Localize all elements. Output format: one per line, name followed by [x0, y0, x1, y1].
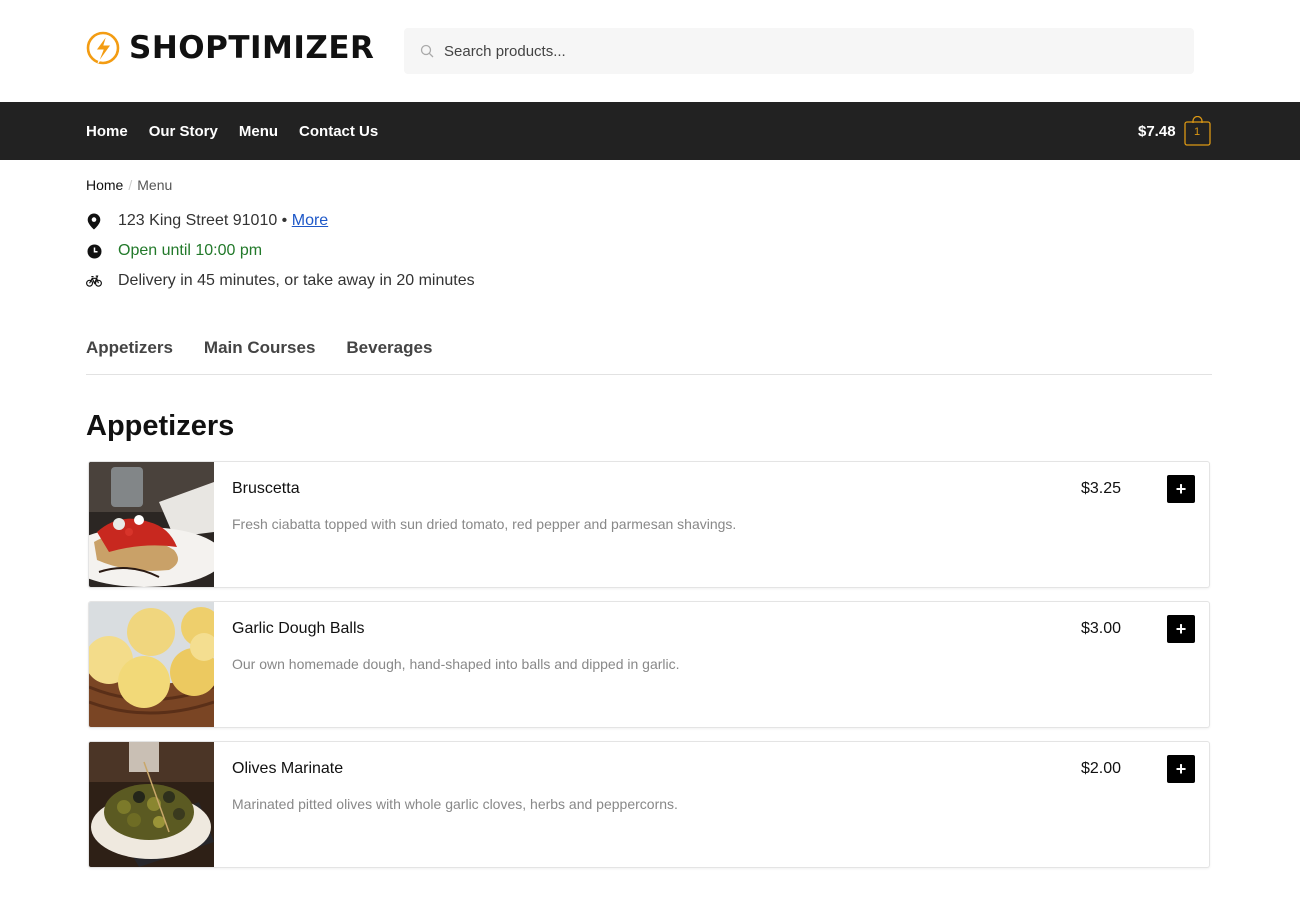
item-price: $2.00 [1080, 760, 1121, 777]
delivery-text: Delivery in 45 minutes, or take away in … [118, 272, 475, 289]
brand-name: SHOPTIMIZER [129, 30, 375, 66]
breadcrumb-home[interactable]: Home [86, 177, 123, 193]
category-tabs: Appetizers Main Courses Beverages [86, 335, 1212, 375]
hours-row: Open until 10:00 pm [86, 242, 262, 260]
product-image[interactable] [89, 602, 214, 727]
search-input[interactable] [444, 42, 1144, 60]
nav-contact-us[interactable]: Contact Us [299, 123, 378, 140]
search-bar[interactable] [404, 28, 1194, 74]
nav-our-story[interactable]: Our Story [149, 123, 218, 140]
item-description: Our own homemade dough, hand-shaped into… [232, 656, 680, 672]
nav-menu[interactable]: Menu [239, 123, 278, 140]
address-text: 123 King Street 91010 • [118, 212, 288, 229]
main-navigation: Home Our Story Menu Contact Us $7.48 1 [0, 102, 1300, 160]
item-name: Garlic Dough Balls [232, 620, 365, 637]
add-to-cart-button[interactable]: + [1167, 475, 1195, 503]
location-pin-icon [86, 213, 102, 229]
breadcrumb-current: Menu [137, 177, 173, 193]
delivery-row: Delivery in 45 minutes, or take away in … [86, 272, 475, 290]
site-header: SHOPTIMIZER [0, 0, 1300, 102]
product-image[interactable] [89, 462, 214, 587]
item-price: $3.25 [1080, 480, 1121, 497]
cart-count: 1 [1193, 126, 1201, 138]
address-row: 123 King Street 91010 • More [86, 212, 328, 230]
product-image[interactable] [89, 742, 214, 867]
item-name: Bruscetta [232, 480, 300, 497]
more-link[interactable]: More [292, 212, 328, 230]
clock-icon [86, 243, 102, 259]
item-description: Marinated pitted olives with whole garli… [232, 796, 678, 812]
menu-item[interactable]: Garlic Dough Balls Our own homemade doug… [88, 601, 1210, 728]
shopping-bag-icon: 1 [1183, 116, 1211, 146]
item-price: $3.00 [1080, 620, 1121, 637]
breadcrumb-separator: / [128, 177, 133, 193]
logo[interactable]: SHOPTIMIZER [85, 30, 374, 66]
item-description: Fresh ciabatta topped with sun dried tom… [232, 516, 737, 532]
tab-appetizers[interactable]: Appetizers [86, 335, 173, 374]
add-to-cart-button[interactable]: + [1167, 755, 1195, 783]
tab-beverages[interactable]: Beverages [346, 335, 432, 374]
cart-total: $7.48 [1138, 122, 1176, 140]
breadcrumb: Home / Menu [86, 177, 172, 193]
add-to-cart-button[interactable]: + [1167, 615, 1195, 643]
section-title: Appetizers [86, 410, 235, 442]
lightning-bolt-icon [86, 31, 120, 65]
bicycle-icon [86, 273, 102, 289]
opening-hours: Open until 10:00 pm [118, 242, 263, 259]
tab-main-courses[interactable]: Main Courses [204, 335, 315, 374]
menu-item[interactable]: Bruscetta Fresh ciabatta topped with sun… [88, 461, 1210, 588]
nav-home[interactable]: Home [86, 123, 128, 140]
search-icon [420, 44, 434, 58]
item-name: Olives Marinate [232, 760, 344, 777]
menu-item[interactable]: Olives Marinate Marinated pitted olives … [88, 741, 1210, 868]
cart-button[interactable]: $7.48 1 [1138, 116, 1211, 146]
